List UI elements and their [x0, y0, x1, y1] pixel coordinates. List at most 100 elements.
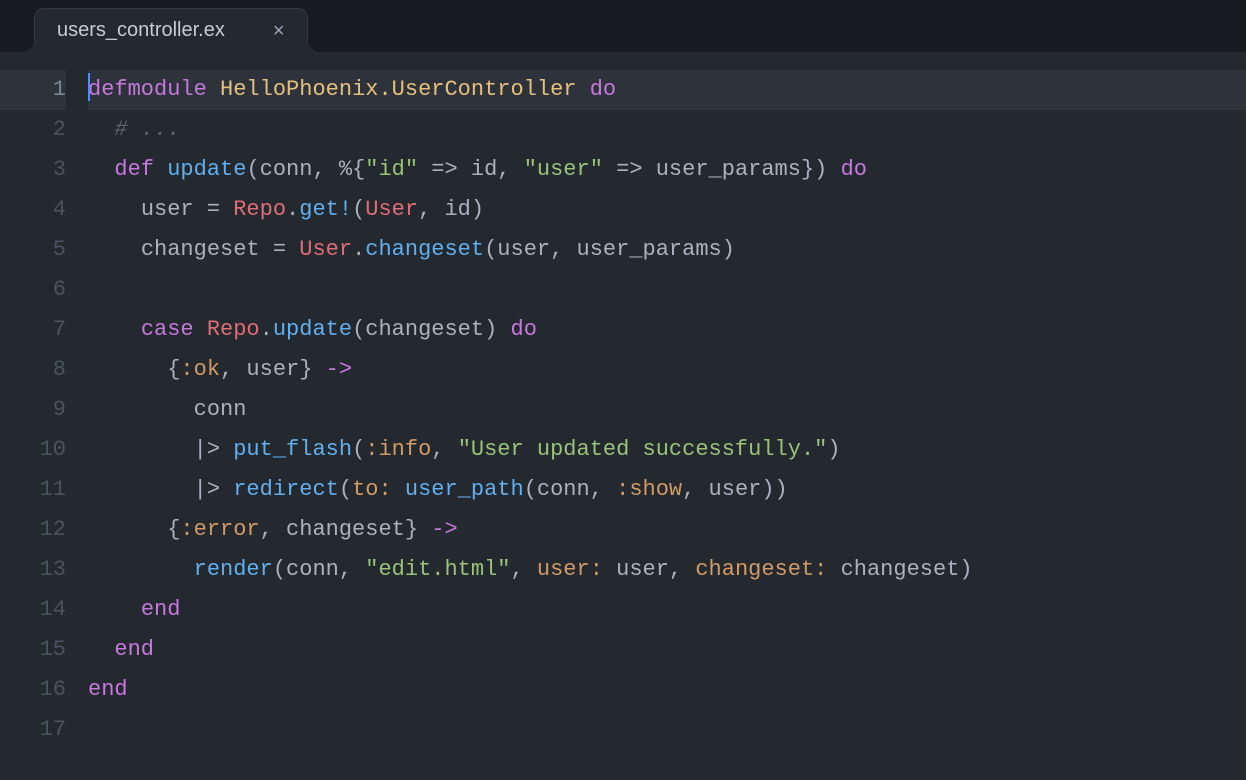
code-line[interactable]: case Repo.update(changeset) do — [88, 310, 1246, 350]
tab-bar: users_controller.ex × — [0, 0, 1246, 52]
line-number[interactable]: 4 — [0, 190, 66, 230]
line-number[interactable]: 2 — [0, 110, 66, 150]
line-number[interactable]: 8 — [0, 350, 66, 390]
token-space — [392, 477, 405, 502]
token-punct: ( — [339, 477, 352, 502]
token-keyword: end — [114, 637, 154, 662]
token-punct: (conn, — [246, 157, 338, 182]
token-keyword: do — [511, 317, 537, 342]
token-atom: :error — [180, 517, 259, 542]
code-line[interactable] — [88, 270, 1246, 310]
token-atom: user: — [537, 557, 603, 582]
line-number[interactable]: 9 — [0, 390, 66, 430]
line-number[interactable]: 7 — [0, 310, 66, 350]
token-indent — [88, 597, 141, 622]
line-number[interactable]: 10 — [0, 430, 66, 470]
line-number[interactable]: 6 — [0, 270, 66, 310]
tab-active[interactable]: users_controller.ex × — [34, 8, 308, 52]
code-line[interactable]: {:error, changeset} -> — [88, 510, 1246, 550]
code-line[interactable]: {:ok, user} -> — [88, 350, 1246, 390]
token-punct: } — [801, 157, 814, 182]
code-line[interactable]: end — [88, 590, 1246, 630]
token-atom: :info — [365, 437, 431, 462]
token-op: => — [418, 157, 471, 182]
line-number[interactable]: 16 — [0, 670, 66, 710]
code-line[interactable]: defmodule HelloPhoenix.UserController do — [88, 70, 1246, 110]
token-func: put_flash — [233, 437, 352, 462]
token-class: User — [299, 237, 352, 262]
token-var: changeset) — [827, 557, 972, 582]
gutter: 1 2 3 4 5 6 7 8 9 10 11 12 13 14 15 16 1… — [0, 70, 88, 780]
token-atom: :show — [616, 477, 682, 502]
line-number[interactable]: 13 — [0, 550, 66, 590]
token-indent — [88, 557, 194, 582]
token-punct: . — [286, 197, 299, 222]
token-var: id, — [471, 157, 524, 182]
token-punct: (conn, — [273, 557, 365, 582]
token-var: user_params — [656, 157, 801, 182]
token-punct: ) — [814, 157, 840, 182]
token-var: conn — [194, 397, 247, 422]
token-func: changeset — [365, 237, 484, 262]
token-var: changeset — [141, 237, 273, 262]
editor[interactable]: 1 2 3 4 5 6 7 8 9 10 11 12 13 14 15 16 1… — [0, 52, 1246, 780]
token-indent — [88, 157, 114, 182]
token-keyword: def — [114, 157, 167, 182]
token-space — [577, 77, 590, 102]
line-number[interactable]: 14 — [0, 590, 66, 630]
token-punct: { — [167, 517, 180, 542]
line-number[interactable]: 11 — [0, 470, 66, 510]
code-line[interactable]: render(conn, "edit.html", user: user, ch… — [88, 550, 1246, 590]
token-op: |> — [194, 477, 234, 502]
token-punct: , id) — [418, 197, 484, 222]
code-line[interactable] — [88, 710, 1246, 750]
close-icon[interactable]: × — [273, 21, 285, 41]
token-op: -> — [431, 517, 457, 542]
token-indent — [88, 117, 114, 142]
line-number[interactable]: 17 — [0, 710, 66, 750]
code-area[interactable]: defmodule HelloPhoenix.UserController do… — [88, 70, 1246, 780]
line-number[interactable]: 15 — [0, 630, 66, 670]
code-line[interactable]: user = Repo.get!(User, id) — [88, 190, 1246, 230]
token-atom: to: — [352, 477, 392, 502]
token-punct: (conn, — [524, 477, 616, 502]
token-module: HelloPhoenix.UserController — [220, 77, 576, 102]
token-keyword: case — [141, 317, 207, 342]
token-keyword: do — [841, 157, 867, 182]
line-number[interactable]: 5 — [0, 230, 66, 270]
token-op: = — [207, 197, 233, 222]
token-indent — [88, 397, 194, 422]
line-number[interactable]: 12 — [0, 510, 66, 550]
token-indent — [88, 637, 114, 662]
token-indent — [88, 197, 141, 222]
token-punct: , user} — [220, 357, 326, 382]
token-punct: (user, user_params) — [484, 237, 735, 262]
token-punct: . — [260, 317, 273, 342]
token-atom: :ok — [180, 357, 220, 382]
token-var: user, — [603, 557, 695, 582]
token-punct: ( — [352, 197, 365, 222]
token-func: update — [273, 317, 352, 342]
token-punct: , user)) — [682, 477, 788, 502]
code-line[interactable]: def update(conn, %{"id" => id, "user" =>… — [88, 150, 1246, 190]
code-line[interactable]: # ... — [88, 110, 1246, 150]
line-number[interactable]: 1 — [0, 70, 66, 110]
code-line[interactable]: end — [88, 670, 1246, 710]
code-line[interactable]: changeset = User.changeset(user, user_pa… — [88, 230, 1246, 270]
token-string: "id" — [365, 157, 418, 182]
token-indent — [88, 517, 167, 542]
code-line[interactable]: conn — [88, 390, 1246, 430]
token-var: user — [141, 197, 207, 222]
token-keyword: end — [141, 597, 181, 622]
token-punct: ) — [827, 437, 840, 462]
token-punct: . — [352, 237, 365, 262]
token-punct: , — [431, 437, 457, 462]
code-line[interactable]: end — [88, 630, 1246, 670]
code-line[interactable]: |> redirect(to: user_path(conn, :show, u… — [88, 470, 1246, 510]
tab-title: users_controller.ex — [57, 19, 225, 42]
token-func: render — [194, 557, 273, 582]
token-string: "edit.html" — [365, 557, 510, 582]
token-func: user_path — [405, 477, 524, 502]
code-line[interactable]: |> put_flash(:info, "User updated succes… — [88, 430, 1246, 470]
line-number[interactable]: 3 — [0, 150, 66, 190]
